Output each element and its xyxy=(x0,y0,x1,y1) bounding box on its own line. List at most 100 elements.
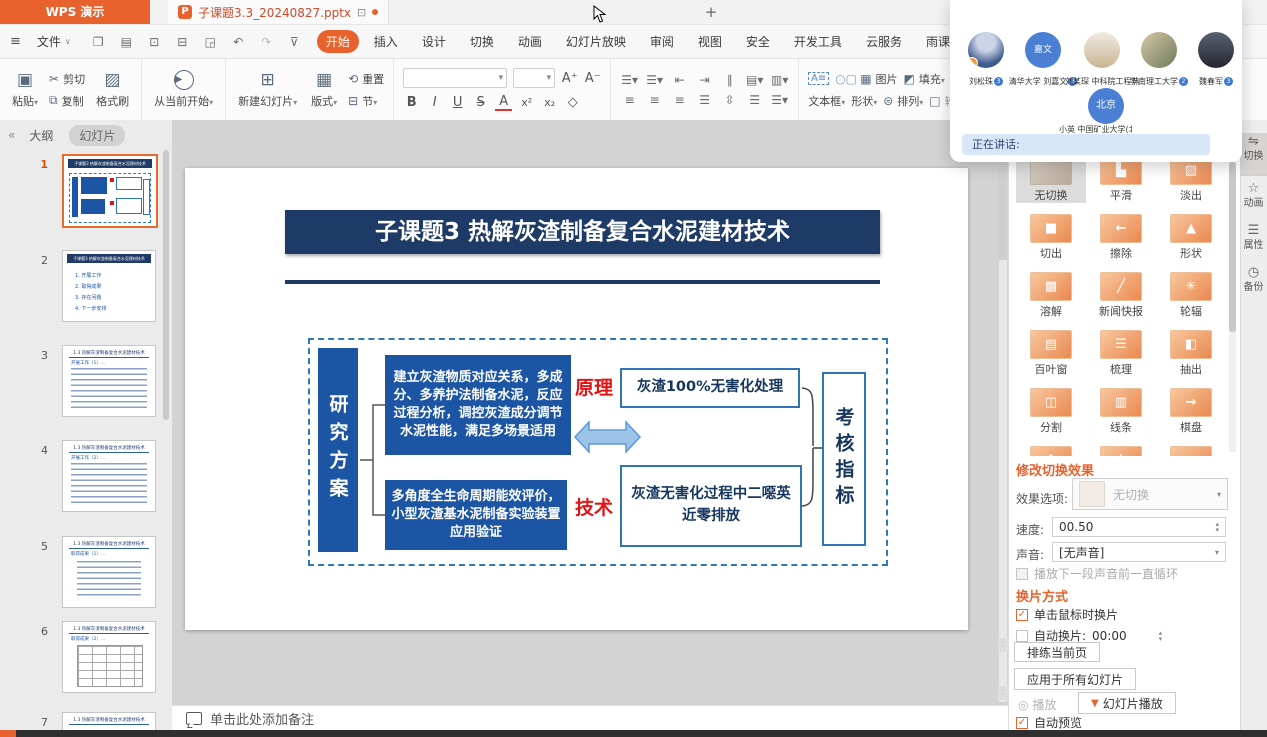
participant-avatar-center[interactable]: 北京 xyxy=(1088,88,1124,124)
previous-slide-button[interactable]: ⁚ xyxy=(998,638,1008,652)
save-icon[interactable]: ▤ xyxy=(117,35,136,49)
paste-button[interactable]: ▣粘贴▾ xyxy=(9,64,41,116)
align-left-icon[interactable]: ≡ xyxy=(620,93,639,107)
tab-slides[interactable]: 幻灯片 xyxy=(69,125,125,146)
document-tab[interactable]: P 子课题3.3_20240827.pptx ⊡ xyxy=(168,0,389,24)
shrink-text-icon[interactable]: ☰ xyxy=(745,93,764,107)
font-name-combo[interactable]: ▾ xyxy=(403,68,507,88)
next-slide-button[interactable]: ⁚ xyxy=(998,686,1008,700)
font-color-button[interactable]: A xyxy=(495,94,512,111)
kpi-box-1[interactable]: 灰渣100%无害化处理 xyxy=(620,368,800,408)
tab-devtools[interactable]: 开发工具 xyxy=(785,30,851,53)
play-from-current-button[interactable]: ▶从当前开始▾ xyxy=(151,64,216,116)
transition-tile[interactable]: ►立方体 xyxy=(1156,444,1226,456)
shape-button[interactable]: 形状▾ xyxy=(851,93,877,109)
wps-brand[interactable]: WPS 演示 xyxy=(0,0,150,24)
sidebar-scrollbar[interactable] xyxy=(163,150,169,420)
open-icon[interactable]: ❐ xyxy=(89,35,108,49)
checkbox-checked[interactable]: ✓ xyxy=(1016,717,1028,729)
text-direction-icon[interactable]: ∥ xyxy=(720,73,739,87)
participant-avatar-5[interactable] xyxy=(1198,32,1234,68)
transition-tile[interactable]: ■切出 xyxy=(1016,212,1086,261)
transition-tile[interactable]: ↓插入 xyxy=(1086,444,1156,456)
tech-text-box[interactable]: 多角度全生命周期能效评价，小型灰渣基水泥制备实验装置应用验证 xyxy=(385,480,567,550)
play-button-disabled[interactable]: ◎播放 xyxy=(1018,696,1057,713)
underline-button[interactable]: U xyxy=(449,95,466,110)
cut-button[interactable]: ✂剪切 xyxy=(49,71,85,87)
tab-insert[interactable]: 插入 xyxy=(365,30,407,53)
tab-security[interactable]: 安全 xyxy=(737,30,779,53)
tab-cloud[interactable]: 云服务 xyxy=(857,30,911,53)
rehearse-current-button[interactable]: 排练当前页 xyxy=(1014,642,1100,662)
print-icon[interactable]: ⊟ xyxy=(173,35,192,49)
canvas-scrollbar-thumb[interactable] xyxy=(999,150,1007,260)
transition-tile[interactable]: ╱新闻快报 xyxy=(1086,270,1156,319)
slide-thumbnail-5[interactable]: 1.3 热解灰渣制备复合水泥建材技术 取得成果（1）… xyxy=(62,536,156,608)
collapse-panel-button[interactable]: « xyxy=(8,128,15,142)
transition-tile[interactable]: ▥线条 xyxy=(1086,386,1156,435)
transition-tile[interactable]: ↑推出 xyxy=(1016,444,1086,456)
align-options-icon[interactable]: ▥▾ xyxy=(770,73,789,87)
format-painter-button[interactable]: ▨格式刷 xyxy=(93,64,132,116)
file-menu[interactable]: 文件∨ xyxy=(29,33,79,50)
customize-toolbar-icon[interactable]: ⊽ xyxy=(285,35,304,49)
slideshow-play-button[interactable]: ▼ 幻灯片播放 xyxy=(1078,692,1176,714)
font-size-combo[interactable]: ▾ xyxy=(513,68,555,88)
tab-slideshow[interactable]: 幻灯片放映 xyxy=(557,30,635,53)
participant-avatar-2[interactable]: 嘉文 xyxy=(1025,32,1061,68)
slide-thumbnail-7[interactable]: 1.3 热解灰渣制备复合水泥建材技术 xyxy=(62,712,156,732)
notes-bar[interactable]: 单击此处添加备注 xyxy=(172,705,1008,730)
transition-tile[interactable]: ✳轮辐 xyxy=(1156,270,1226,319)
gallery-scrollbar-thumb[interactable] xyxy=(1229,162,1236,332)
slide-thumbnail-1[interactable]: 子课题3 热解灰渣制备复合水泥建材技术 xyxy=(62,154,158,228)
copy-button[interactable]: ⧉复制 xyxy=(49,93,85,109)
section-button[interactable]: ⊟节▾ xyxy=(348,93,384,109)
spinner-icon[interactable]: ▴▾ xyxy=(1159,630,1163,642)
arrange-button[interactable]: ⊜排列▾ xyxy=(883,93,923,109)
picture-button[interactable]: ▦图片 xyxy=(860,71,897,87)
strikethrough-button[interactable]: S xyxy=(472,95,489,110)
transition-tile[interactable]: ▲形状 xyxy=(1156,212,1226,261)
participant-avatar-3[interactable] xyxy=(1084,32,1120,68)
columns-icon[interactable]: ▤▾ xyxy=(745,73,764,87)
rail-properties-button[interactable]: ☰ 属性 xyxy=(1240,222,1267,262)
export-icon[interactable]: ⊡ xyxy=(145,35,164,49)
list-level-icon[interactable]: ☰▾ xyxy=(770,93,789,107)
tab-transition[interactable]: 切换 xyxy=(461,30,503,53)
principle-text-box[interactable]: 建立灰渣物质对应关系，多成分、多养护法制备水泥，反应过程分析，调控灰渣成分调节水… xyxy=(385,355,571,455)
indent-icon[interactable]: ⇥ xyxy=(695,73,714,87)
tab-view[interactable]: 视图 xyxy=(689,30,731,53)
apply-to-all-button[interactable]: 应用于所有幻灯片 xyxy=(1014,668,1136,690)
assessment-index-box[interactable]: 考核指标 xyxy=(822,372,866,546)
participant-avatar-4[interactable] xyxy=(1141,32,1177,68)
subscript-button[interactable]: x₂ xyxy=(541,96,558,109)
textbox-button[interactable]: 文本框▾ xyxy=(808,93,845,109)
decrease-font-icon[interactable]: A⁻ xyxy=(584,71,601,86)
new-slide-button[interactable]: ⊞新建幻灯片▾ xyxy=(235,64,300,116)
checkbox-checked[interactable]: ✓ xyxy=(1016,609,1028,621)
tab-home[interactable]: 开始 xyxy=(317,30,359,53)
slide-thumbnail-2[interactable]: 子课题3 热解灰渣制备复合水泥建材技术 1. 开展工作2. 取得成果 3. 存在… xyxy=(62,250,156,322)
layout-button[interactable]: ▦版式▾ xyxy=(308,64,340,116)
increase-font-icon[interactable]: A⁺ xyxy=(561,71,578,86)
checkbox-unchecked[interactable] xyxy=(1016,630,1028,642)
numbering-icon[interactable]: ☰▾ xyxy=(645,73,664,87)
line-spacing-icon[interactable]: ⇳ xyxy=(720,93,739,107)
slide-canvas[interactable]: 子课题3 热解灰渣制备复合水泥建材技术 研究方案 建立灰渣物质对应关系，多成分、… xyxy=(185,168,968,630)
clear-format-icon[interactable]: ◇ xyxy=(564,95,581,110)
participant-avatar-1[interactable] xyxy=(968,32,1004,68)
justify-icon[interactable]: ☰ xyxy=(695,93,714,107)
align-center-icon[interactable]: ≡ xyxy=(645,93,664,107)
print-preview-icon[interactable]: ◲ xyxy=(201,35,220,49)
transition-tile[interactable]: ◧抽出 xyxy=(1156,328,1226,377)
tab-outline[interactable]: 大纲 xyxy=(29,127,53,144)
loop-sound-checkbox-row[interactable]: 播放下一段声音前一直循环 xyxy=(1016,565,1178,582)
transition-tile[interactable]: ←擦除 xyxy=(1086,212,1156,261)
fill-button[interactable]: ◩填充▾ xyxy=(904,71,945,87)
kpi-box-2[interactable]: 灰渣无害化过程中二噁英近零排放 xyxy=(620,465,802,547)
transition-tile[interactable]: ▤百叶窗 xyxy=(1016,328,1086,377)
tab-animation[interactable]: 动画 xyxy=(509,30,551,53)
italic-button[interactable]: I xyxy=(426,95,443,110)
rail-animation-button[interactable]: ☆ 动画 xyxy=(1240,180,1267,220)
rail-backup-button[interactable]: ◷ 备份 xyxy=(1240,264,1267,304)
